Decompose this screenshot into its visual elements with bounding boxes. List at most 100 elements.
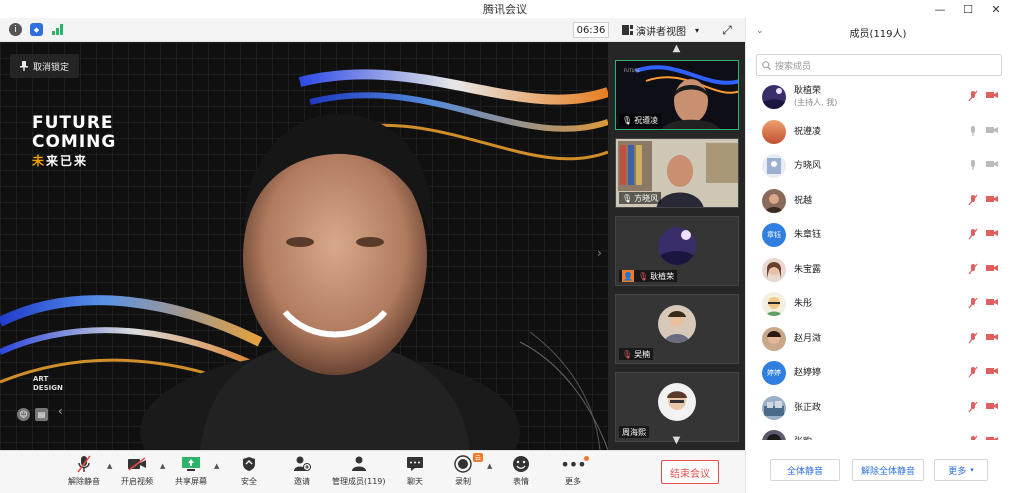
- scroll-up-icon[interactable]: ▲: [608, 43, 745, 54]
- member-row[interactable]: 章钰 朱章钰: [746, 218, 1010, 253]
- unpin-button[interactable]: 取消锁定: [10, 54, 80, 78]
- maximize-button[interactable]: ☐: [954, 0, 982, 18]
- member-row[interactable]: 朱宝露: [746, 253, 1010, 288]
- security-button[interactable]: 安全: [239, 454, 259, 487]
- more-button[interactable]: ••• 更多: [560, 454, 586, 487]
- mic-icon[interactable]: [968, 125, 978, 140]
- manage-members-button[interactable]: 管理成员(119): [332, 454, 386, 487]
- avatar: [762, 292, 786, 317]
- camera-off-icon: [127, 454, 147, 474]
- main-video: 取消锁定 FUTURE COMING 未来已来 ART DESIGN ☺ ▤ ‹…: [0, 42, 608, 450]
- camera-off-icon[interactable]: [986, 402, 998, 410]
- face-icon[interactable]: ☺: [17, 408, 30, 421]
- chevron-up-icon[interactable]: ▲: [160, 462, 165, 470]
- shield-icon[interactable]: ◆: [30, 23, 43, 36]
- participant-strip: ▲ FUTURE 🎙 祝遵凌 🎙 方晓风 👤 🎙 耿植荣 🎙 吴楠 周海熙 ▼: [608, 42, 745, 450]
- caption-icon[interactable]: ▤: [35, 408, 48, 421]
- camera-off-icon[interactable]: [986, 436, 998, 440]
- mic-muted-icon[interactable]: [968, 297, 978, 312]
- emoji-button[interactable]: 表情: [511, 454, 531, 487]
- brand2-line-2: DESIGN: [33, 384, 63, 392]
- member-search-input[interactable]: 搜索成员: [756, 54, 1002, 76]
- avatar-initials: 章钰: [762, 223, 786, 248]
- invite-button[interactable]: 邀请: [292, 454, 312, 487]
- mic-muted-icon: [74, 454, 94, 474]
- avatar: [658, 305, 696, 343]
- camera-off-icon[interactable]: [986, 160, 998, 168]
- chevron-up-icon[interactable]: ▲: [214, 462, 219, 470]
- member-row[interactable]: 张昀: [746, 425, 1010, 440]
- mic-muted-icon[interactable]: [968, 435, 978, 440]
- camera-off-icon[interactable]: [986, 264, 998, 272]
- fullscreen-icon[interactable]: ⤢: [719, 22, 735, 38]
- member-row[interactable]: 祝越: [746, 184, 1010, 219]
- minimize-button[interactable]: —: [926, 0, 954, 18]
- mic-muted-icon[interactable]: [968, 366, 978, 381]
- invite-label: 邀请: [294, 477, 310, 486]
- brand-line-1: FUTURE: [32, 113, 114, 133]
- start-video-button[interactable]: 开启视频: [121, 454, 153, 487]
- signal-icon[interactable]: [51, 23, 64, 36]
- unmute-button[interactable]: 解除静音: [68, 454, 100, 487]
- camera-off-icon[interactable]: [986, 298, 998, 306]
- mute-all-button[interactable]: 全体静音: [770, 459, 840, 481]
- camera-off-icon[interactable]: [986, 195, 998, 203]
- mic-muted-icon[interactable]: [968, 401, 978, 416]
- meeting-timer: 06:36: [573, 22, 609, 38]
- chevron-up-icon[interactable]: ▲: [107, 462, 112, 470]
- thumbnail-tile[interactable]: 🎙 吴楠: [615, 294, 739, 364]
- share-screen-button[interactable]: 共享屏幕: [175, 454, 207, 487]
- unmute-all-button[interactable]: 解除全体静音: [852, 459, 924, 481]
- mic-icon[interactable]: [968, 159, 978, 174]
- record-button[interactable]: 录制 云: [453, 453, 484, 487]
- end-meeting-button[interactable]: 结束会议: [661, 460, 719, 484]
- scroll-down-icon[interactable]: ▼: [608, 435, 745, 446]
- shield-icon: [239, 454, 259, 474]
- mic-muted-icon[interactable]: [968, 90, 978, 105]
- member-row[interactable]: 婷婷 赵婷婷: [746, 356, 1010, 391]
- chevron-up-icon[interactable]: ▲: [487, 462, 492, 470]
- camera-off-icon[interactable]: [986, 367, 998, 375]
- meeting-toolbar: 解除静音 ▲ 开启视频 ▲ 共享屏幕 ▲ 安全 邀请 管理成员(119) 聊天 …: [0, 450, 745, 493]
- view-mode-selector[interactable]: 演讲者视图 ▾: [622, 22, 699, 38]
- camera-off-icon[interactable]: [986, 91, 998, 99]
- camera-off-icon[interactable]: [986, 229, 998, 237]
- more-members-button[interactable]: 更多 ▾: [934, 459, 988, 481]
- avatar: [658, 227, 696, 265]
- members-icon: [349, 454, 369, 474]
- chat-button[interactable]: 聊天: [405, 454, 425, 487]
- close-button[interactable]: ✕: [982, 0, 1010, 18]
- future-coming-logo: FUTURE COMING 未来已来: [32, 114, 116, 171]
- mic-icon: 🎙: [622, 193, 633, 203]
- cloud-badge: 云: [473, 453, 484, 462]
- notification-dot: [584, 456, 589, 461]
- avatar: [762, 430, 786, 440]
- member-row[interactable]: 耿植荣 (主持人, 我): [746, 80, 1010, 115]
- thumbnail-label: 🎙 吴楠: [619, 348, 654, 360]
- thumbnail-tile[interactable]: 👤 🎙 耿植荣: [615, 216, 739, 286]
- thumbnail-tile[interactable]: 周海熙: [615, 372, 739, 442]
- mic-muted-icon[interactable]: [968, 263, 978, 278]
- thumbnail-tile[interactable]: 🎙 方晓风: [615, 138, 739, 208]
- chevron-right-icon[interactable]: ›: [597, 246, 602, 260]
- chevron-left-icon[interactable]: ‹: [58, 404, 63, 418]
- member-row[interactable]: 朱彤: [746, 287, 1010, 322]
- avatar: [762, 85, 786, 110]
- member-row[interactable]: 方晓风: [746, 149, 1010, 184]
- info-icon[interactable]: i: [9, 23, 22, 36]
- more-icon: •••: [560, 454, 586, 474]
- member-row[interactable]: 祝遵凌: [746, 115, 1010, 150]
- member-row[interactable]: 赵月溦: [746, 322, 1010, 357]
- search-icon: [762, 60, 771, 70]
- camera-off-icon[interactable]: [986, 126, 998, 134]
- members-header: ⌄ 成员(119人): [746, 18, 1010, 46]
- mic-muted-icon[interactable]: [968, 228, 978, 243]
- mic-muted-icon: 🎙: [622, 349, 633, 359]
- mic-muted-icon[interactable]: [968, 194, 978, 209]
- collapse-chevron-icon[interactable]: ⌄: [756, 26, 764, 36]
- thumbnail-tile[interactable]: FUTURE 🎙 祝遵凌: [615, 60, 739, 130]
- camera-off-icon[interactable]: [986, 333, 998, 341]
- member-row[interactable]: 张正政: [746, 391, 1010, 426]
- meeting-top-bar: i ◆ 06:36 演讲者视图 ▾ ⤢: [0, 18, 745, 42]
- mic-muted-icon[interactable]: [968, 332, 978, 347]
